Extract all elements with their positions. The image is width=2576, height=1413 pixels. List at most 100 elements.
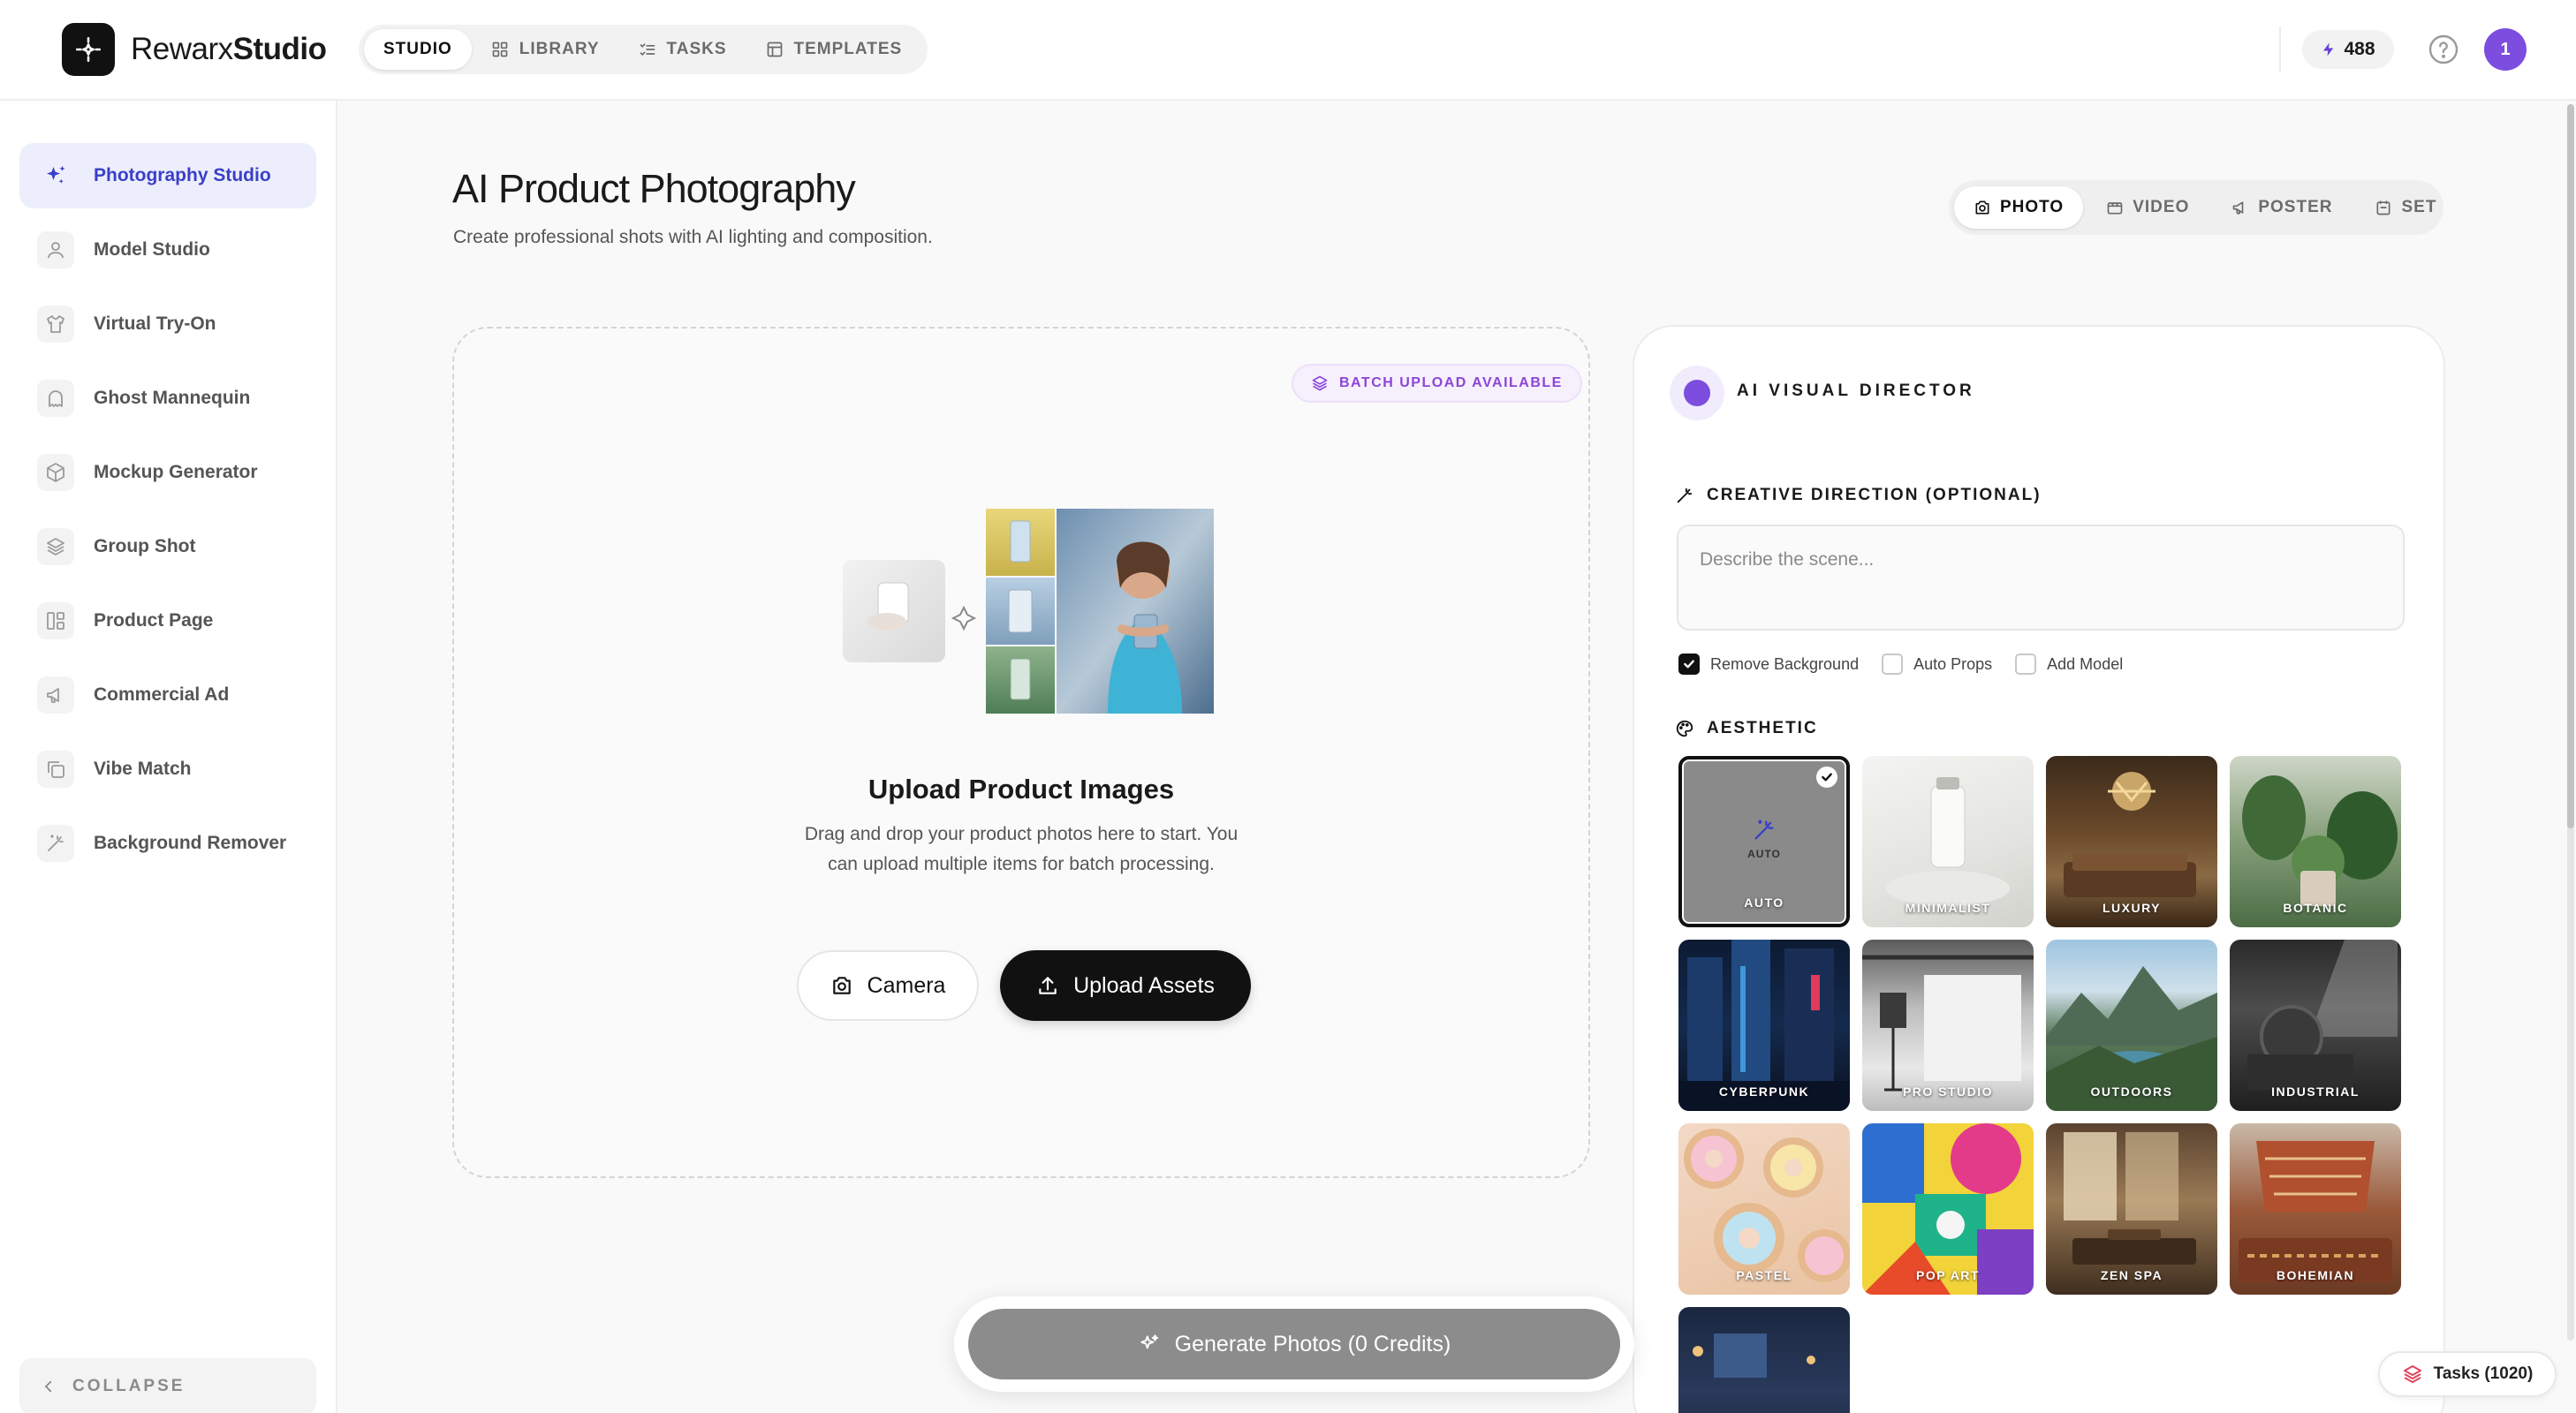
checkbox-checked-icon	[1678, 654, 1700, 675]
ghost-icon	[37, 380, 74, 417]
aesthetic-bohemian[interactable]: BOHEMIAN	[2230, 1123, 2401, 1295]
aesthetic-cyberpunk[interactable]: CYBERPUNK	[1678, 940, 1850, 1111]
sidebar-item-label: Group Shot	[94, 536, 196, 556]
scrollbar-thumb[interactable]	[2567, 104, 2574, 828]
sidebar-item-photography-studio[interactable]: Photography Studio	[19, 143, 316, 208]
upload-dropzone[interactable]: BATCH UPLOAD AVAILABLE Upload Product Im…	[452, 327, 1590, 1178]
sidebar-item-label: Virtual Try-On	[94, 314, 216, 334]
aesthetic-more[interactable]	[1678, 1307, 1850, 1413]
video-icon	[2107, 202, 2123, 215]
aesthetic-label-text: INDUSTRIAL	[2271, 1084, 2360, 1099]
aesthetic-label-text: BOTANIC	[2283, 901, 2348, 915]
add-model-checkbox[interactable]: Add Model	[2015, 654, 2123, 675]
sidebar-item-virtual-try-on[interactable]: Virtual Try-On	[19, 291, 316, 357]
camera-icon	[832, 977, 851, 994]
sidebar-item-label: Photography Studio	[94, 165, 271, 185]
tab-tasks-label: TASKS	[666, 40, 727, 58]
sidebar-item-label: Commercial Ad	[94, 684, 230, 705]
aesthetic-auto[interactable]: AUTO AUTO	[1678, 756, 1850, 927]
tasks-label: Tasks (1020)	[2433, 1364, 2534, 1383]
sparkle-icon	[1140, 1334, 1158, 1349]
checklist-icon	[640, 43, 655, 57]
camera-icon	[1975, 200, 1989, 215]
tasks-pill[interactable]: Tasks (1020)	[2378, 1351, 2557, 1397]
tab-poster[interactable]: POSTER	[2212, 186, 2352, 229]
add-model-label: Add Model	[2047, 654, 2124, 673]
aesthetic-botanic[interactable]: BOTANIC	[2230, 756, 2401, 927]
aesthetic-pro-studio[interactable]: PRO STUDIO	[1862, 940, 2034, 1111]
sidebar-item-label: Model Studio	[94, 239, 210, 260]
tab-photo[interactable]: PHOTO	[1954, 186, 2084, 229]
upload-title: Upload Product Images	[868, 774, 1175, 805]
aesthetic-label-text: POP ART	[1916, 1268, 1980, 1282]
credits-badge[interactable]: 488	[2302, 30, 2394, 69]
brand-name-regular: Rewarx	[131, 32, 233, 66]
tab-studio[interactable]: STUDIO	[364, 29, 472, 70]
sidebar-item-group-shot[interactable]: Group Shot	[19, 514, 316, 579]
creative-direction-label: CREATIVE DIRECTION (OPTIONAL)	[1675, 486, 2042, 505]
tab-video-label: VIDEO	[2133, 198, 2190, 216]
remove-background-checkbox[interactable]: Remove Background	[1678, 654, 1859, 675]
scene-description-input[interactable]	[1677, 525, 2405, 631]
auto-props-checkbox[interactable]: Auto Props	[1882, 654, 1992, 675]
aesthetic-grid: AUTO AUTO MINIMALIST LUXURY BOTANIC CYBE…	[1678, 756, 2403, 1413]
tab-tasks[interactable]: TASKS	[619, 29, 746, 70]
aesthetic-label-text: AUTO	[1744, 895, 1784, 910]
upload-assets-button[interactable]: Upload Assets	[1000, 950, 1251, 1021]
tab-templates-label: TEMPLATES	[793, 40, 903, 58]
layout-icon	[37, 602, 74, 639]
header-divider	[2279, 26, 2281, 72]
avatar[interactable]: 1	[2484, 28, 2527, 71]
logo-icon[interactable]	[62, 23, 115, 76]
help-icon[interactable]	[2428, 34, 2459, 65]
aesthetic-zen-spa[interactable]: ZEN SPA	[2046, 1123, 2217, 1295]
tab-video[interactable]: VIDEO	[2087, 186, 2209, 229]
camera-button[interactable]: Camera	[797, 950, 979, 1021]
layers-icon	[1312, 375, 1328, 391]
megaphone-icon	[2233, 201, 2244, 215]
sidebar-item-background-remover[interactable]: Background Remover	[19, 811, 316, 876]
auto-inner-label: AUTO	[1747, 848, 1781, 860]
aesthetic-pastel[interactable]: PASTEL	[1678, 1123, 1850, 1295]
aesthetic-industrial[interactable]: INDUSTRIAL	[2230, 940, 2401, 1111]
sidebar-item-label: Background Remover	[94, 833, 287, 853]
tab-library[interactable]: LIBRARY	[472, 29, 619, 70]
sidebar-item-ghost-mannequin[interactable]: Ghost Mannequin	[19, 366, 316, 431]
collapse-button[interactable]: COLLAPSE	[19, 1358, 316, 1413]
generate-bar: Generate Photos (0 Credits)	[954, 1296, 1634, 1392]
sidebar-item-label: Mockup Generator	[94, 462, 258, 482]
checkbox-empty-icon	[2015, 654, 2037, 675]
generate-label: Generate Photos (0 Credits)	[1174, 1331, 1451, 1356]
aesthetic-label-text: OUTDOORS	[2090, 1084, 2173, 1099]
tab-set[interactable]: SET	[2355, 186, 2456, 229]
director-status-dot	[1670, 366, 1724, 420]
tab-templates[interactable]: TEMPLATES	[746, 29, 922, 70]
mode-tabs: PHOTO VIDEO POSTER SET	[1949, 180, 2443, 235]
sidebar-item-commercial-ad[interactable]: Commercial Ad	[19, 662, 316, 728]
ai-director-panel: AI VISUAL DIRECTOR CREATIVE DIRECTION (O…	[1633, 325, 2445, 1413]
aesthetic-outdoors[interactable]: OUTDOORS	[2046, 940, 2217, 1111]
sidebar-item-vibe-match[interactable]: Vibe Match	[19, 737, 316, 802]
chevron-left-icon	[44, 1380, 52, 1393]
template-icon	[767, 42, 782, 57]
sidebar-item-label: Vibe Match	[94, 759, 192, 779]
upload-assets-label: Upload Assets	[1073, 972, 1215, 998]
camera-button-label: Camera	[867, 972, 946, 998]
tab-library-label: LIBRARY	[519, 40, 600, 58]
aesthetic-luxury[interactable]: LUXURY	[2046, 756, 2217, 927]
sidebar-item-mockup-generator[interactable]: Mockup Generator	[19, 440, 316, 505]
brand-name[interactable]: RewarxStudio	[131, 32, 327, 67]
aesthetic-pop-art[interactable]: POP ART	[1862, 1123, 2034, 1295]
aesthetic-minimalist[interactable]: MINIMALIST	[1862, 756, 2034, 927]
wand-icon	[37, 825, 74, 862]
remove-background-label: Remove Background	[1710, 654, 1860, 673]
upload-icon	[1039, 977, 1057, 994]
sidebar-item-product-page[interactable]: Product Page	[19, 588, 316, 654]
sidebar-item-model-studio[interactable]: Model Studio	[19, 217, 316, 283]
tab-studio-label: STUDIO	[383, 40, 452, 58]
shirt-icon	[37, 306, 74, 343]
copy-icon	[37, 751, 74, 788]
generate-photos-button[interactable]: Generate Photos (0 Credits)	[968, 1309, 1620, 1379]
sidebar: Photography Studio Model Studio Virtual …	[0, 101, 337, 1413]
sidebar-item-label: Ghost Mannequin	[94, 388, 251, 408]
